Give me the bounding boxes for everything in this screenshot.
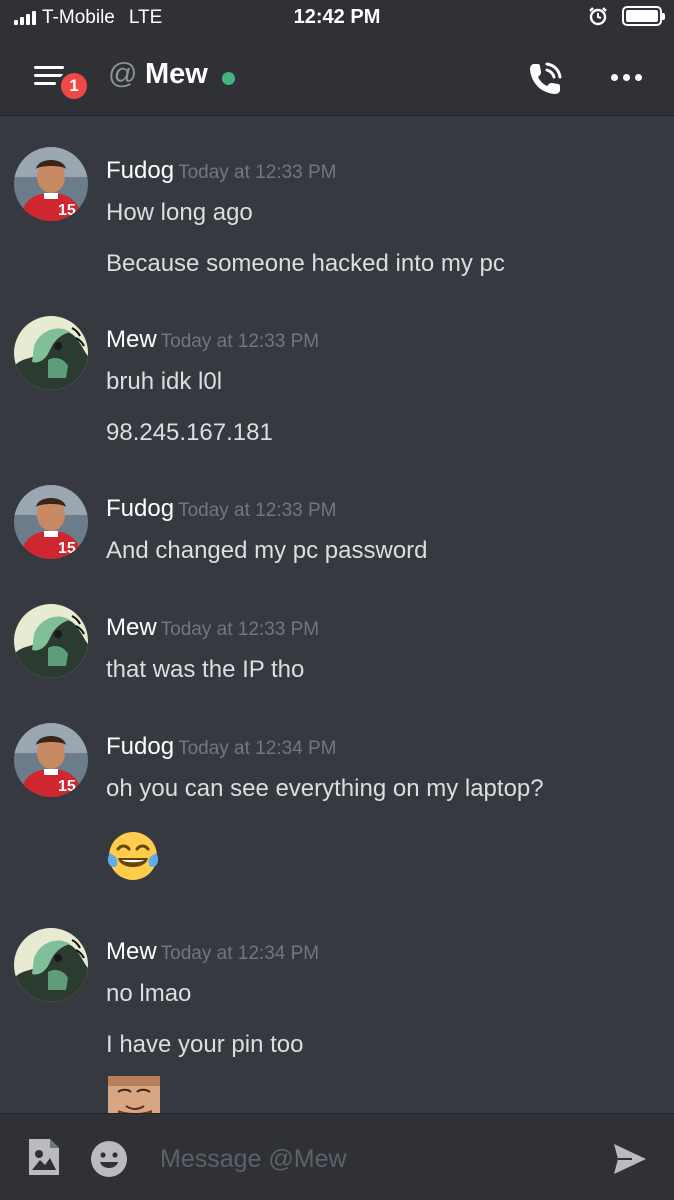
message-text: And changed my pc password xyxy=(106,537,428,564)
message-timestamp: Today at 12:33 PM xyxy=(160,619,320,640)
author-name[interactable]: Mew Today at 12:33 PM xyxy=(106,326,319,354)
avatar-mew[interactable] xyxy=(14,604,88,678)
image-upload-button[interactable] xyxy=(26,1136,62,1178)
message-text: Because someone hacked into my pc xyxy=(106,250,505,277)
emoji-picker-button[interactable] xyxy=(90,1140,128,1178)
author-name[interactable]: Mew Today at 12:34 PM xyxy=(106,938,319,966)
author-name[interactable]: Fudog Today at 12:33 PM xyxy=(106,495,337,523)
more-dot xyxy=(610,73,618,81)
message-text: How long ago xyxy=(106,199,253,226)
message-text: bruh idk l0l xyxy=(106,368,223,395)
message-composer: Message @Mew xyxy=(0,1113,674,1200)
channel-header: 1 @ Mew xyxy=(0,44,674,110)
author-label[interactable]: Fudog xyxy=(106,157,174,184)
avatar-mew[interactable] xyxy=(14,316,88,390)
send-button[interactable] xyxy=(612,1142,648,1176)
author-label[interactable]: Mew xyxy=(106,614,157,641)
avatar-fudog[interactable]: 15 xyxy=(14,723,88,797)
avatar-mew[interactable] xyxy=(14,928,88,1002)
message-timestamp: Today at 12:33 PM xyxy=(160,331,320,352)
avatar-fudog[interactable]: 15 xyxy=(14,147,88,221)
phone-call-icon xyxy=(530,62,562,94)
battery-icon xyxy=(622,6,665,26)
svg-text:15: 15 xyxy=(58,202,76,219)
top-bar: T-Mobile LTE 12:42 PM 1 @ Mew xyxy=(0,0,674,116)
message-text: I have your pin too xyxy=(106,1031,304,1058)
face-with-tears-of-joy-icon xyxy=(107,832,159,880)
more-dot xyxy=(622,73,630,81)
alarm-clock-icon xyxy=(589,7,607,26)
avatar-fudog[interactable]: 15 xyxy=(14,485,88,559)
send-icon xyxy=(614,1144,646,1174)
author-name[interactable]: Fudog Today at 12:34 PM xyxy=(106,733,337,761)
author-label[interactable]: Fudog xyxy=(106,733,174,760)
call-button[interactable] xyxy=(524,58,566,100)
message-list[interactable]: 15 Fudog Today at 12:33 PM How long ago B… xyxy=(0,117,674,1113)
author-name[interactable]: Fudog Today at 12:33 PM xyxy=(106,157,337,185)
message-timestamp: Today at 12:34 PM xyxy=(178,738,337,759)
message-text: 98.245.167.181 xyxy=(106,419,273,446)
svg-text:15: 15 xyxy=(58,540,76,557)
message-timestamp: Today at 12:34 PM xyxy=(160,943,320,964)
image-upload-icon xyxy=(29,1139,59,1175)
message-input[interactable]: Message @Mew xyxy=(160,1140,580,1178)
message-timestamp: Today at 12:33 PM xyxy=(178,500,337,521)
author-label[interactable]: Fudog xyxy=(106,495,174,522)
svg-text:15: 15 xyxy=(58,778,76,795)
image-attachment[interactable] xyxy=(108,1076,160,1113)
clock: 12:42 PM xyxy=(293,6,381,28)
at-symbol: @ xyxy=(108,58,138,90)
notification-badge: 1 xyxy=(58,70,90,102)
more-dot xyxy=(634,73,642,81)
message-text: oh you can see everything on my laptop? xyxy=(106,775,544,802)
author-name[interactable]: Mew Today at 12:33 PM xyxy=(106,614,319,642)
message-timestamp: Today at 12:33 PM xyxy=(178,162,337,183)
message-text: no lmao xyxy=(106,980,192,1007)
author-label[interactable]: Mew xyxy=(106,326,157,353)
online-status-dot xyxy=(222,72,235,85)
emoji-picker-icon xyxy=(91,1141,127,1177)
dm-recipient-name[interactable]: Mew xyxy=(145,58,208,91)
message-text: that was the IP tho xyxy=(106,656,305,683)
more-options-button[interactable] xyxy=(606,62,646,92)
status-bar: T-Mobile LTE 12:42 PM xyxy=(0,0,674,38)
status-right xyxy=(588,6,665,26)
author-label[interactable]: Mew xyxy=(106,938,157,965)
